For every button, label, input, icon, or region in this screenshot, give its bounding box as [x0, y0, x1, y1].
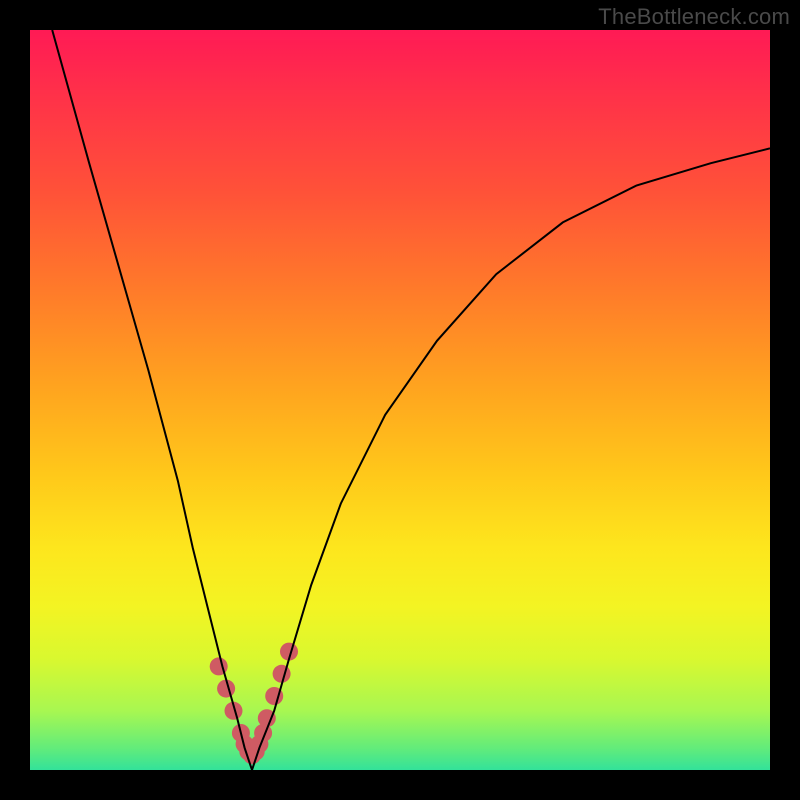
sweet-spot-markers: [210, 643, 298, 765]
watermark-text: TheBottleneck.com: [598, 4, 790, 30]
chart-frame: TheBottleneck.com: [0, 0, 800, 800]
bottleneck-curve: [52, 30, 770, 770]
curve-svg: [30, 30, 770, 770]
plot-area: [30, 30, 770, 770]
sweet-spot-dot: [273, 665, 291, 683]
